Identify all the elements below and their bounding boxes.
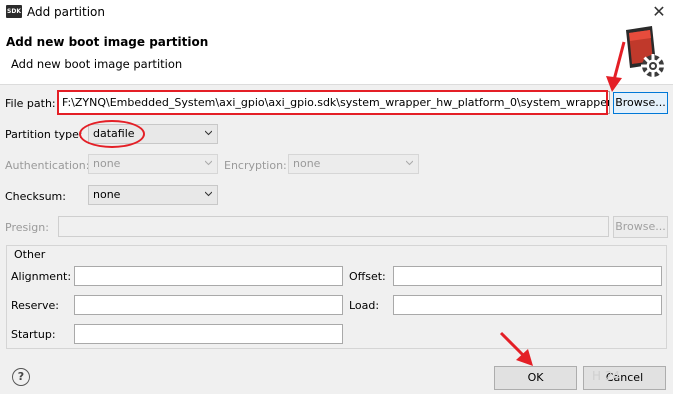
window-title: Add partition bbox=[27, 5, 105, 19]
presign-input bbox=[58, 216, 609, 237]
file-path-label: File path: bbox=[5, 97, 56, 110]
checksum-label: Checksum: bbox=[5, 190, 66, 203]
presign-browse-button: Browse... bbox=[613, 216, 668, 238]
offset-label: Offset: bbox=[349, 270, 386, 283]
file-path-highlight bbox=[57, 90, 608, 115]
help-icon[interactable]: ? bbox=[12, 368, 30, 386]
checksum-select[interactable]: none bbox=[88, 185, 218, 205]
reserve-input[interactable] bbox=[74, 295, 343, 315]
header-subtitle: Add new boot image partition bbox=[11, 57, 183, 71]
presign-label: Presign: bbox=[5, 221, 49, 234]
dialog-header bbox=[0, 24, 673, 85]
encryption-select: none bbox=[288, 154, 419, 174]
startup-label: Startup: bbox=[11, 328, 56, 341]
ok-button[interactable]: OK bbox=[494, 366, 577, 390]
encryption-label: Encryption: bbox=[224, 159, 287, 172]
chevron-down-icon bbox=[205, 191, 212, 197]
encryption-value: none bbox=[293, 157, 321, 170]
reserve-label: Reserve: bbox=[11, 299, 59, 312]
app-icon: SDK bbox=[6, 5, 22, 18]
startup-input[interactable] bbox=[74, 324, 343, 344]
annotation-arrow-ok bbox=[499, 331, 533, 366]
authentication-label: Authentication: bbox=[5, 159, 90, 172]
alignment-input[interactable] bbox=[74, 266, 343, 286]
header-title: Add new boot image partition bbox=[6, 35, 209, 49]
watermark: H 24 bbox=[592, 369, 621, 383]
annotation-arrow-browse bbox=[606, 41, 626, 92]
alignment-label: Alignment: bbox=[11, 270, 72, 283]
load-label: Load: bbox=[349, 299, 380, 312]
file-path-browse-button[interactable]: Browse... bbox=[613, 92, 668, 114]
partition-type-label: Partition type: bbox=[5, 128, 83, 141]
offset-input[interactable] bbox=[393, 266, 662, 286]
partition-type-highlight bbox=[79, 120, 145, 148]
chevron-down-icon bbox=[205, 130, 212, 136]
chevron-down-icon bbox=[205, 160, 212, 166]
other-group-legend: Other bbox=[12, 248, 48, 262]
checksum-value: none bbox=[93, 188, 121, 201]
authentication-value: none bbox=[93, 157, 121, 170]
authentication-select: none bbox=[88, 154, 218, 174]
load-input[interactable] bbox=[393, 295, 662, 315]
chevron-down-icon bbox=[406, 160, 413, 166]
close-icon[interactable]: ✕ bbox=[649, 2, 669, 22]
